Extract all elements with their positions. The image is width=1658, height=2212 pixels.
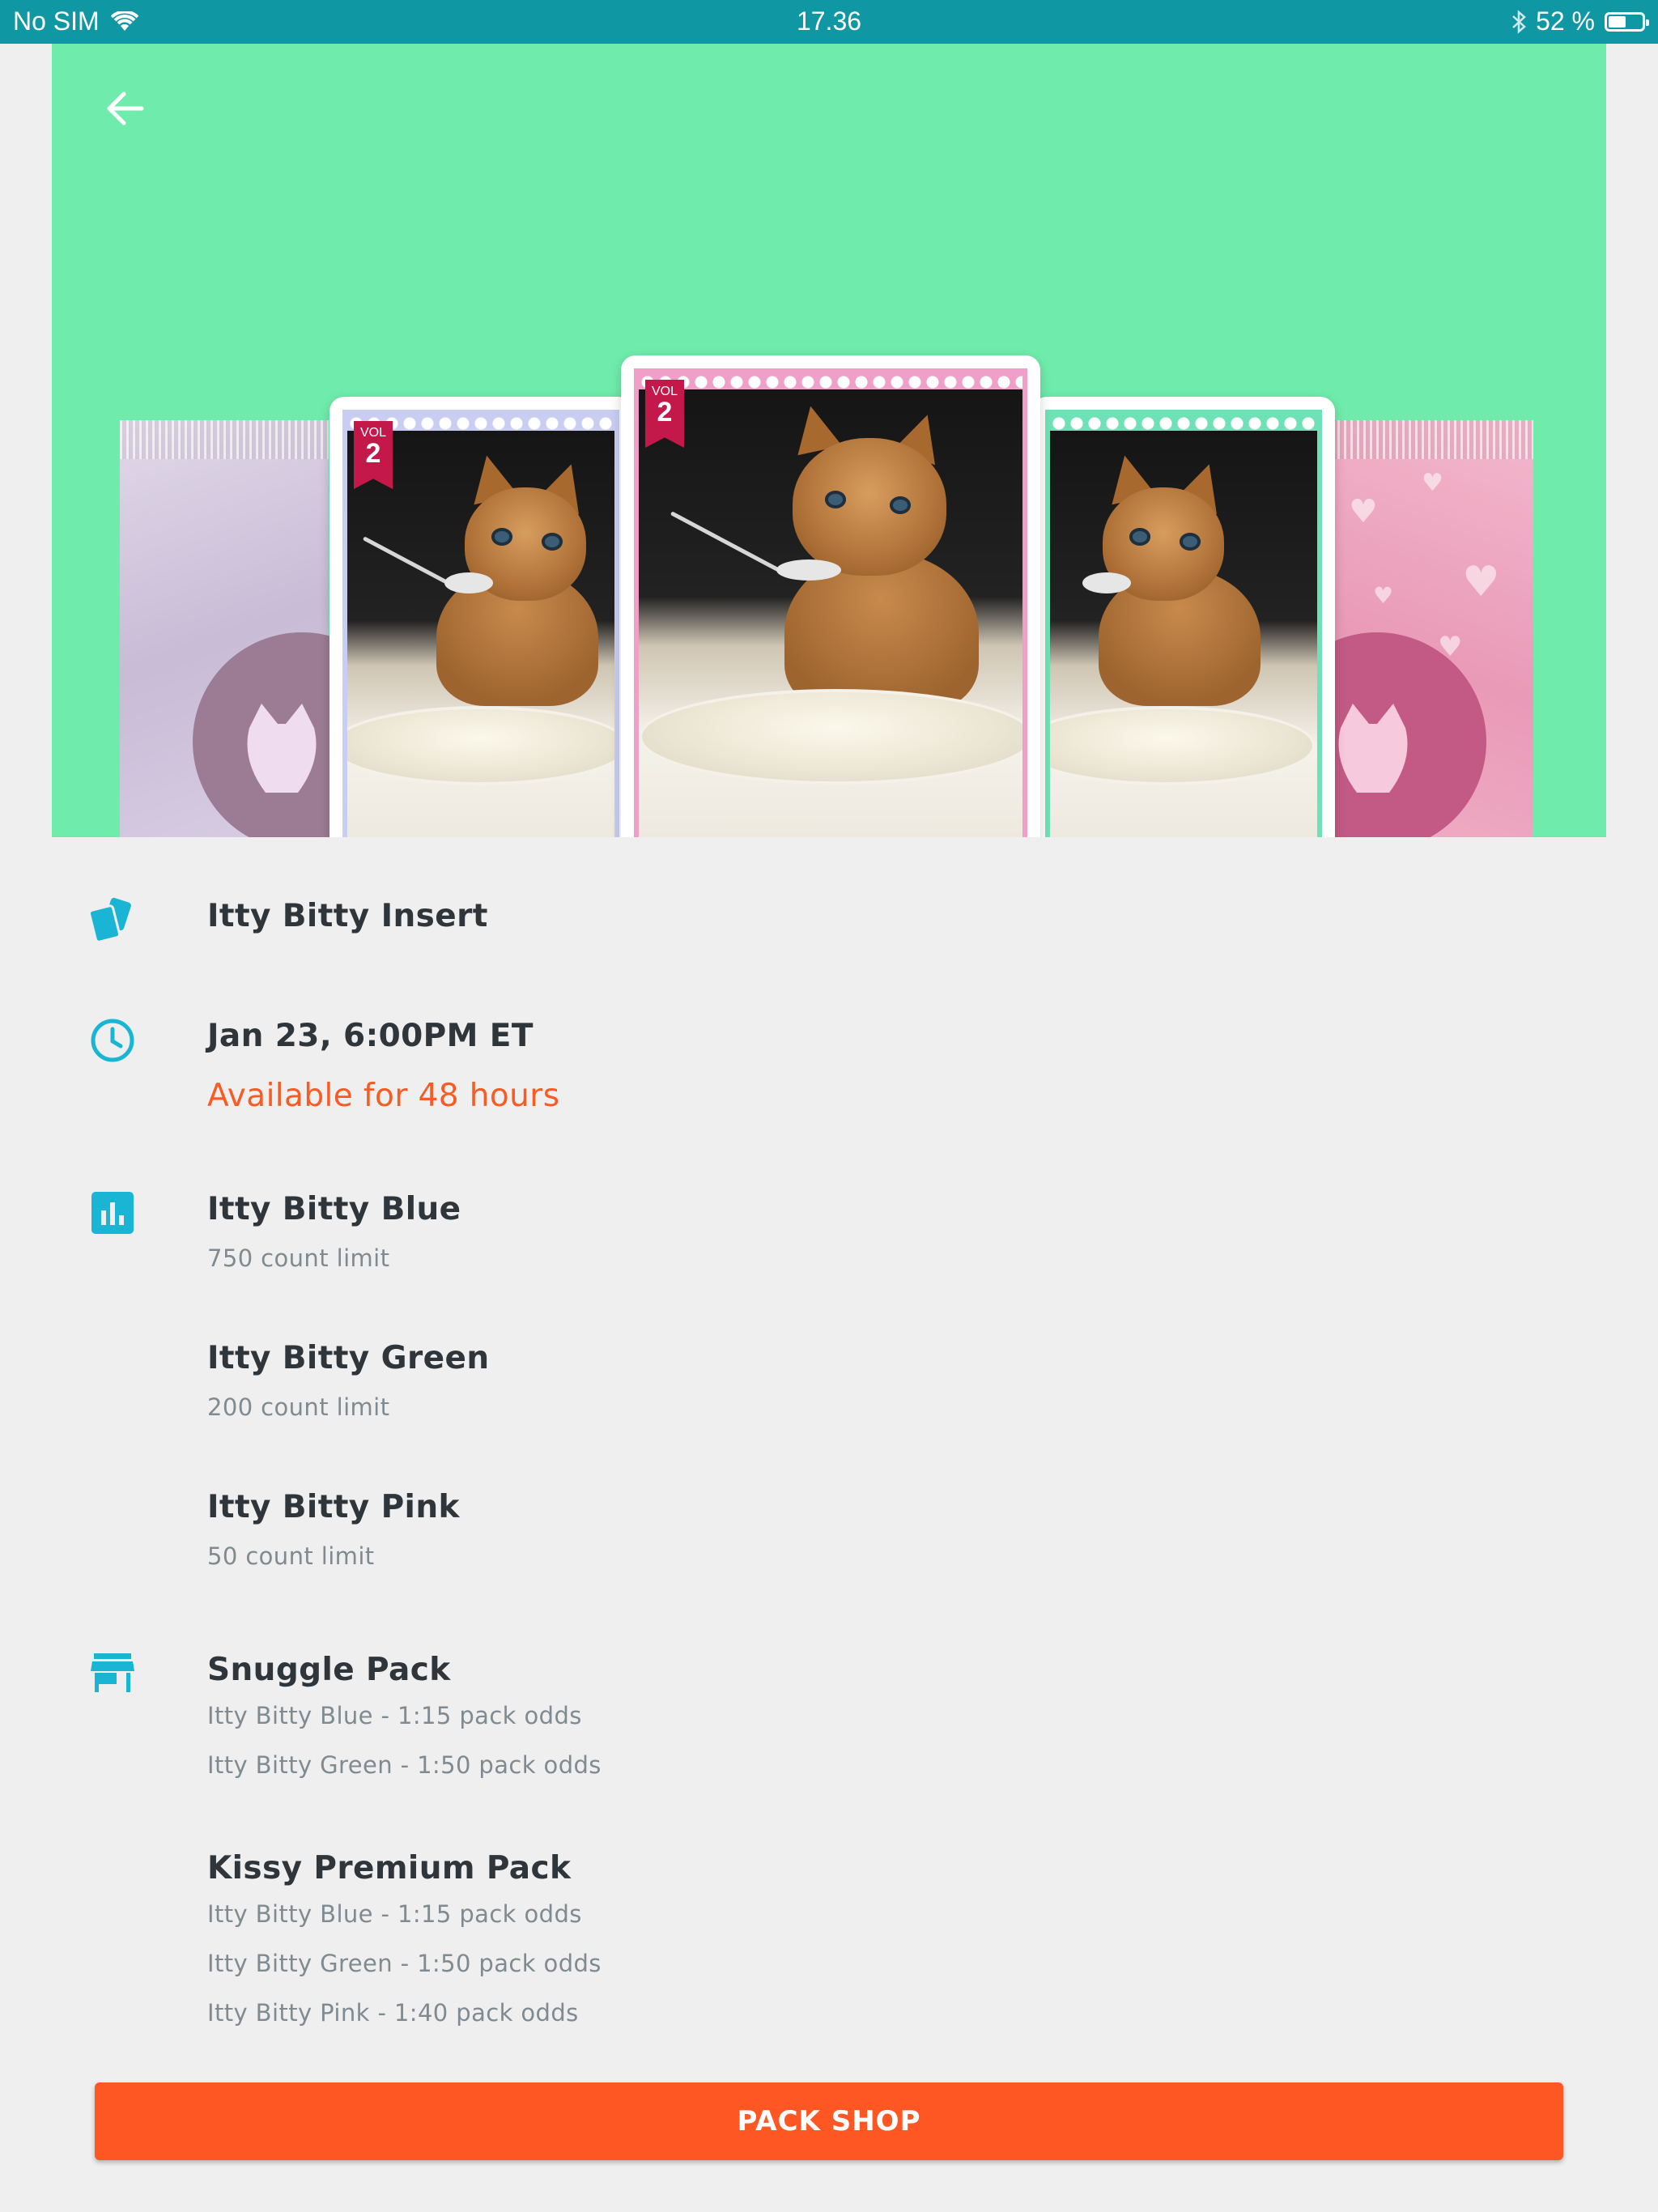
limit-name: Itty Bitty Green: [207, 1340, 490, 1376]
kitten-photo: [1050, 431, 1317, 837]
pack-odds: Itty Bitty Green - 1:50 pack odds: [207, 1751, 602, 1779]
pack-crimp: [1324, 420, 1533, 459]
clock-icon: [91, 1019, 134, 1062]
card-blue: VOL 2: [329, 397, 632, 837]
limit-item: Itty Bitty Blue 750 count limit: [207, 1189, 461, 1274]
schedule-block: Jan 23, 6:00PM ET Available for 48 hours: [207, 1015, 559, 1117]
limit-item: Itty Bitty Pink 50 count limit: [207, 1487, 460, 1572]
kitten-photo: [347, 431, 614, 837]
limit-count: 750 count limit: [207, 1244, 390, 1272]
battery-tip: [1646, 19, 1649, 26]
hero-banner: ♥ ♥ ♥ ♥ ♥ VOL 2 VOL 2: [52, 44, 1606, 837]
pack-odds: Itty Bitty Pink - 1:40 pack odds: [207, 1999, 579, 2027]
volume-number: 2: [365, 438, 381, 469]
bar-chart-icon: [91, 1192, 134, 1234]
battery-percent: 52 %: [1536, 6, 1595, 36]
limit-count: 200 count limit: [207, 1393, 390, 1421]
pack-item: Snuggle Pack Itty Bitty Blue - 1:15 pack…: [207, 1649, 602, 1790]
status-bar: No SIM 17.36 52 %: [0, 0, 1658, 44]
pack-shop-button[interactable]: PACK SHOP: [95, 2082, 1563, 2160]
limit-count: 50 count limit: [207, 1542, 375, 1570]
card-pack-pink: ♥ ♥ ♥ ♥ ♥: [1268, 420, 1533, 837]
back-button[interactable]: [92, 76, 157, 141]
insert-block: Itty Bitty Insert: [207, 895, 488, 938]
pack-crimp: [120, 420, 329, 459]
cat-logo-icon: [247, 704, 317, 793]
pack-odds-list: Itty Bitty Blue - 1:15 pack odds Itty Bi…: [207, 1691, 602, 1790]
battery-fill: [1609, 15, 1626, 28]
card-green: [1032, 397, 1335, 837]
store-icon: [91, 1653, 134, 1692]
card-pink: VOL 2: [621, 355, 1040, 837]
limit-name: Itty Bitty Blue: [207, 1191, 461, 1227]
heart-icon: ♥: [1373, 582, 1394, 609]
insert-name: Itty Bitty Insert: [207, 898, 488, 934]
status-right: 52 %: [1511, 6, 1649, 36]
pack-odds: Itty Bitty Blue - 1:15 pack odds: [207, 1900, 582, 1928]
heart-icon: ♥: [1349, 493, 1378, 530]
pack-item: Kissy Premium Pack Itty Bitty Blue - 1:1…: [207, 1848, 602, 2038]
heart-icon: ♥: [1462, 558, 1500, 606]
cat-logo-icon: [1338, 704, 1408, 793]
cards-icon: [89, 897, 131, 943]
card-pack-lavender: [120, 420, 411, 837]
availability-text: Available for 48 hours: [207, 1078, 560, 1114]
bluetooth-icon: [1512, 9, 1526, 34]
limit-name: Itty Bitty Pink: [207, 1489, 460, 1525]
heart-icon: ♥: [1422, 469, 1443, 497]
volume-number: 2: [657, 397, 673, 428]
release-date: Jan 23, 6:00PM ET: [207, 1018, 534, 1054]
back-arrow-icon: [107, 91, 144, 125]
pack-odds: Itty Bitty Blue - 1:15 pack odds: [207, 1702, 582, 1729]
kitten-photo: [639, 389, 1022, 837]
battery-icon: [1605, 11, 1649, 32]
clock-time: 17.36: [796, 6, 862, 36]
pack-odds-list: Itty Bitty Blue - 1:15 pack odds Itty Bi…: [207, 1890, 602, 2038]
limit-item: Itty Bitty Green 200 count limit: [207, 1338, 490, 1423]
pack-name: Kissy Premium Pack: [207, 1850, 572, 1887]
pack-name: Snuggle Pack: [207, 1652, 451, 1688]
pack-odds: Itty Bitty Green - 1:50 pack odds: [207, 1950, 602, 1977]
